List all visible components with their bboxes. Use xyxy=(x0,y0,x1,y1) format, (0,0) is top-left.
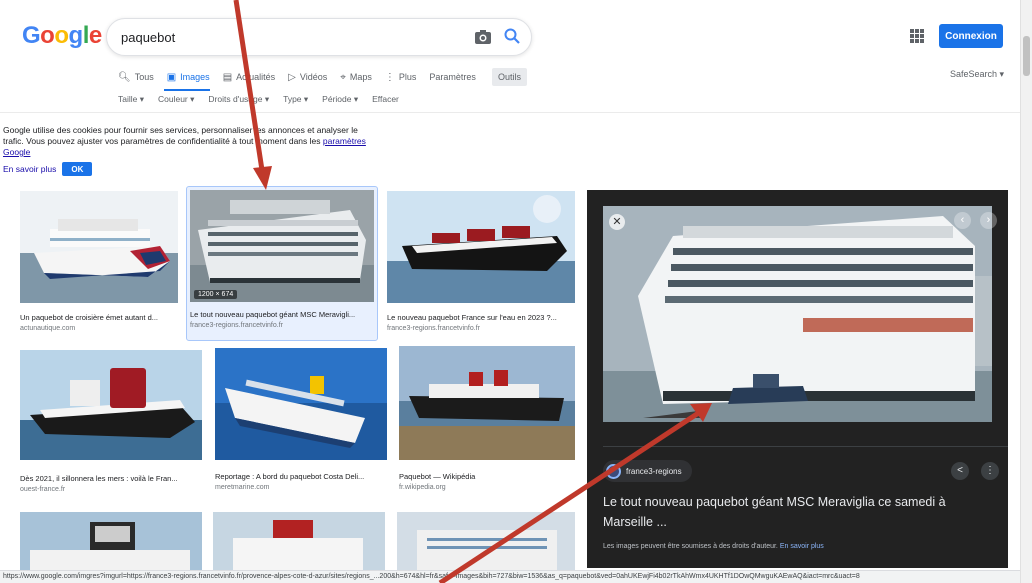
header-divider xyxy=(0,112,1020,113)
image-icon: ▣ xyxy=(166,71,177,83)
search-filters: Taille ▾ Couleur ▾ Droits d'usage ▾ Type… xyxy=(118,94,413,105)
cookie-ok-button[interactable]: OK xyxy=(62,162,93,176)
tab-label: Maps xyxy=(349,72,372,82)
active-tab-indicator xyxy=(164,89,210,91)
video-icon: ▷ xyxy=(288,71,296,83)
filter-usage-rights[interactable]: Droits d'usage ▾ xyxy=(208,94,269,105)
search-tabs: 🔍︎ Tous ▣ Images ▤ Actualités ▷ Vidéos ⌖ Maps… xyxy=(118,68,540,86)
ship-thumbnail xyxy=(20,191,178,303)
tab-all[interactable]: 🔍︎ Tous xyxy=(118,68,154,86)
filter-size[interactable]: Taille ▾ xyxy=(118,94,144,105)
copyright-notice: Les images peuvent être soumises à des d… xyxy=(603,543,824,550)
previous-icon[interactable]: ‹ xyxy=(954,212,971,229)
tab-label: Outils xyxy=(497,72,521,82)
tab-label: Plus xyxy=(398,72,417,82)
image-result[interactable]: Le nouveau paquebot France sur l'eau en … xyxy=(387,191,575,341)
tab-label: Paramètres xyxy=(429,72,476,82)
map-icon: ⌖ xyxy=(340,71,346,83)
image-preview-panel: ✕ ‹ › france3-regions < ⋮ Le tout nouvea… xyxy=(587,190,1008,568)
ship-thumbnail xyxy=(20,350,202,460)
filter-color[interactable]: Couleur ▾ xyxy=(158,94,194,105)
result-title: Le tout nouveau paquebot géant MSC Merav… xyxy=(190,310,356,319)
ship-thumbnail[interactable] xyxy=(213,512,385,570)
filter-clear[interactable]: Effacer xyxy=(372,94,399,105)
copyright-learn-more-link[interactable]: En savoir plus xyxy=(780,543,824,550)
tab-label: Actualités xyxy=(236,72,276,82)
scrollbar[interactable] xyxy=(1020,0,1032,583)
image-result-selected[interactable]: 1200 × 674 Le tout nouveau paquebot géan… xyxy=(190,190,374,338)
tab-videos[interactable]: ▷ Vidéos xyxy=(288,68,327,86)
next-icon[interactable]: › xyxy=(980,212,997,229)
share-icon[interactable]: < xyxy=(951,462,969,480)
ship-thumbnail xyxy=(190,190,374,302)
tab-label: Tous xyxy=(134,72,154,82)
image-result[interactable]: Dès 2021, il sillonnera les mers : voilà… xyxy=(20,350,204,500)
source-chip[interactable]: france3-regions xyxy=(603,460,692,482)
result-title: Le nouveau paquebot France sur l'eau en … xyxy=(387,313,557,322)
panel-divider xyxy=(603,446,1008,447)
ship-thumbnail xyxy=(399,346,575,460)
image-result[interactable]: Un paquebot de croisière émet autant d..… xyxy=(20,191,180,341)
result-source: fr.wikipedia.org xyxy=(399,484,446,491)
source-name: france3-regions xyxy=(626,466,682,476)
source-favicon-icon xyxy=(606,463,621,479)
image-result[interactable]: Paquebot — Wikipédia fr.wikipedia.org xyxy=(399,346,575,500)
camera-icon[interactable] xyxy=(474,29,492,45)
result-title: Reportage : A bord du paquebot Costa Del… xyxy=(215,472,365,481)
signin-button[interactable]: Connexion xyxy=(939,24,1003,48)
tab-label: Vidéos xyxy=(299,72,328,82)
result-title: Un paquebot de croisière émet autant d..… xyxy=(20,313,159,322)
tab-tools[interactable]: Outils xyxy=(491,68,527,86)
image-result[interactable]: Reportage : A bord du paquebot Costa Del… xyxy=(215,348,387,500)
google-logo[interactable]: Google xyxy=(22,22,102,50)
news-icon: ▤ xyxy=(222,71,233,83)
more-icon: ⋮ xyxy=(384,71,395,83)
learn-more-link[interactable]: En savoir plus xyxy=(3,164,56,174)
tab-more[interactable]: ⋮ Plus xyxy=(385,68,417,86)
search-input[interactable] xyxy=(121,28,461,46)
result-source: meretmarine.com xyxy=(215,484,270,491)
preview-image[interactable] xyxy=(603,206,992,422)
search-icon[interactable] xyxy=(503,27,521,45)
image-dimensions-badge: 1200 × 674 xyxy=(194,290,238,299)
tab-images[interactable]: ▣ Images xyxy=(167,68,210,86)
cookie-actions: En savoir plus OK xyxy=(3,162,93,176)
filter-period[interactable]: Période ▾ xyxy=(322,94,358,105)
tab-settings[interactable]: Paramètres xyxy=(429,68,476,86)
ship-thumbnail xyxy=(215,348,387,460)
result-title: Dès 2021, il sillonnera les mers : voilà… xyxy=(20,474,178,483)
search-box[interactable] xyxy=(106,18,532,56)
result-source: france3-regions.francetvinfo.fr xyxy=(387,325,480,332)
google-images-page: Google Connexion 🔍︎Tous ▣Images ▤Actuali… xyxy=(0,0,1032,583)
ship-thumbnail[interactable] xyxy=(20,512,202,570)
tab-maps[interactable]: ⌖ Maps xyxy=(340,68,372,86)
result-source: ouest-france.fr xyxy=(20,486,66,493)
tab-label: Images xyxy=(180,72,210,82)
ship-thumbnail[interactable] xyxy=(397,512,575,570)
apps-grid-icon[interactable] xyxy=(910,29,924,43)
close-icon[interactable]: ✕ xyxy=(609,214,625,230)
status-bar-url: https://www.google.com/imgres?imgurl=htt… xyxy=(0,570,1020,583)
scrollbar-thumb[interactable] xyxy=(1023,36,1030,76)
filter-type[interactable]: Type ▾ xyxy=(283,94,308,105)
cookie-text: Google utilise des cookies pour fournir … xyxy=(3,125,358,146)
result-source: actunautique.com xyxy=(20,325,76,332)
ship-thumbnail xyxy=(387,191,575,303)
copyright-text: Les images peuvent être soumises à des d… xyxy=(603,543,778,550)
more-options-icon[interactable]: ⋮ xyxy=(981,462,999,480)
result-title: Paquebot — Wikipédia xyxy=(399,472,476,481)
safesearch-menu[interactable]: SafeSearch ▾ xyxy=(950,69,1004,80)
tab-news[interactable]: ▤ Actualités xyxy=(223,68,275,86)
search-icon: 🔍︎ xyxy=(118,71,131,83)
result-source: france3-regions.francetvinfo.fr xyxy=(190,322,283,329)
preview-title[interactable]: Le tout nouveau paquebot géant MSC Merav… xyxy=(603,492,993,532)
